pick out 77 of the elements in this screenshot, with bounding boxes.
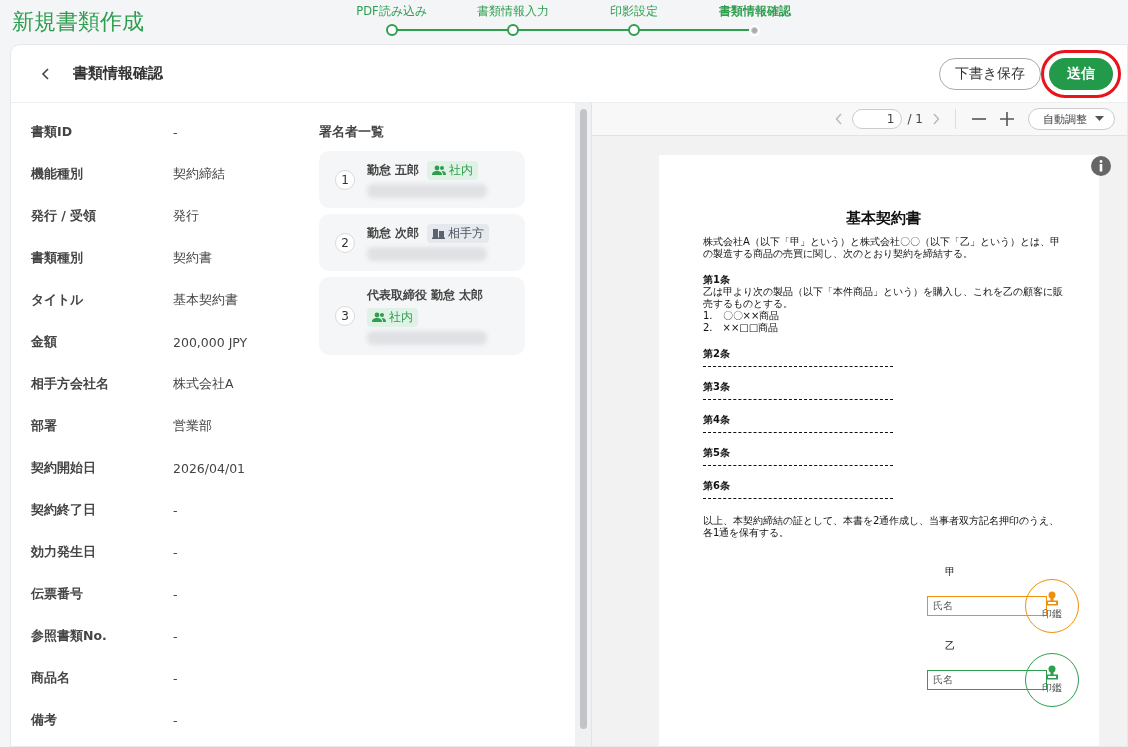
minus-icon bbox=[971, 118, 987, 120]
field-value: 2026/04/01 bbox=[173, 460, 246, 476]
field-label: 備考 bbox=[31, 711, 58, 729]
article-heading: 第3条 bbox=[703, 381, 731, 393]
field-value: - bbox=[173, 712, 178, 728]
people-icon bbox=[372, 312, 386, 323]
article-heading: 第4条 bbox=[703, 414, 731, 426]
document-paragraph: 以上、本契約締結の証として、本書を2通作成し、当事者双方記名押印のうえ、各1通を保有する。 bbox=[703, 515, 1061, 539]
article-heading: 第1条 bbox=[703, 274, 731, 286]
list-item: 1. 〇〇××商品 bbox=[703, 310, 781, 322]
step-label: 印影設定 bbox=[609, 4, 658, 20]
field-label: 伝票番号 bbox=[31, 585, 84, 603]
signer-name: 代表取締役 勤怠 太郎 bbox=[367, 287, 484, 304]
field-value: - bbox=[173, 586, 178, 602]
field-label: 参照書類No. bbox=[31, 627, 108, 645]
step-label: 書類情報確認 bbox=[718, 4, 791, 20]
document-title: 基本契約書 bbox=[845, 209, 921, 228]
field-label: 商品名 bbox=[31, 669, 71, 687]
list-item: 2. ××□□商品 bbox=[703, 322, 780, 334]
stamp-icon bbox=[1045, 665, 1059, 681]
field-value: 200,000 JPY bbox=[173, 334, 248, 350]
document-paragraph: 乙は甲より次の製品（以下「本件商品」という）を購入し、これを乙の顧客に販売するものとする。 bbox=[703, 286, 1063, 310]
field-value: 契約締結 bbox=[173, 165, 225, 183]
chevron-right-icon bbox=[932, 113, 940, 125]
signer-number: 2 bbox=[335, 232, 355, 253]
field-label: 発行 / 受領 bbox=[31, 207, 98, 225]
zoom-dropdown[interactable]: 自動調整 bbox=[1028, 108, 1115, 130]
field-label: 書類ID bbox=[31, 123, 74, 141]
signer-tag: 社内 bbox=[367, 308, 418, 327]
field-value: 契約書 bbox=[173, 249, 212, 267]
article-heading: 第6条 bbox=[703, 480, 731, 492]
field-label: 相手方会社名 bbox=[31, 375, 110, 393]
field-value: 発行 bbox=[173, 207, 199, 225]
field-label: 契約開始日 bbox=[31, 459, 97, 477]
page-title: 新規書類作成 bbox=[12, 8, 144, 36]
chevron-left-icon bbox=[834, 113, 843, 125]
building-icon bbox=[432, 228, 446, 239]
field-label: 効力発生日 bbox=[31, 543, 97, 561]
field-label: 部署 bbox=[31, 417, 58, 435]
page-number-field[interactable]: 1 bbox=[851, 109, 902, 129]
section-title: 書類情報確認 bbox=[73, 64, 163, 83]
signer-number: 1 bbox=[335, 169, 355, 190]
signer-name: 勤怠 次郎 bbox=[367, 225, 420, 242]
back-chevron-icon bbox=[41, 66, 51, 81]
field-value: 営業部 bbox=[173, 417, 212, 435]
field-value: 株式会社A bbox=[173, 375, 234, 393]
field-value: - bbox=[173, 628, 178, 644]
field-value: 基本契約書 bbox=[173, 291, 238, 309]
save-draft-button[interactable]: 下書き保存 bbox=[939, 57, 1041, 90]
field-value: - bbox=[173, 544, 178, 560]
field-value: - bbox=[173, 502, 178, 518]
article-heading: 第5条 bbox=[703, 447, 731, 459]
signer-number: 3 bbox=[335, 306, 355, 326]
article-heading: 第2条 bbox=[703, 348, 731, 360]
party-label: 甲 bbox=[945, 565, 956, 579]
scrollbar-thumb[interactable] bbox=[579, 109, 587, 729]
step-label: PDF読み込み bbox=[356, 4, 427, 20]
field-label: 契約終了日 bbox=[31, 501, 97, 519]
page-total: / 1 bbox=[907, 112, 923, 126]
document-paragraph: 株式会社A（以下「甲」という）と株式会社〇〇（以下「乙」という）とは、甲の製造する商品の売買に関し、次のとおり契約を締結する。 bbox=[703, 236, 1061, 260]
info-icon[interactable] bbox=[1091, 156, 1111, 176]
field-label: タイトル bbox=[31, 291, 84, 309]
party-label: 乙 bbox=[945, 639, 956, 653]
signer-tag: 社内 bbox=[427, 161, 479, 180]
field-value: - bbox=[173, 670, 178, 686]
field-label: 機能種別 bbox=[31, 165, 84, 183]
step-label: 書類情報入力 bbox=[476, 4, 549, 20]
field-value: - bbox=[173, 124, 178, 140]
plus-icon bbox=[999, 111, 1015, 127]
signer-tag: 相手方 bbox=[427, 224, 490, 243]
people-icon bbox=[432, 165, 447, 176]
stamp-icon bbox=[1045, 591, 1059, 607]
field-label: 金額 bbox=[31, 333, 58, 351]
signer-name: 勤怠 五郎 bbox=[367, 162, 420, 179]
caret-icon bbox=[1095, 116, 1104, 122]
field-label: 書類種別 bbox=[31, 249, 84, 267]
signers-heading: 署名者一覧 bbox=[319, 124, 385, 141]
